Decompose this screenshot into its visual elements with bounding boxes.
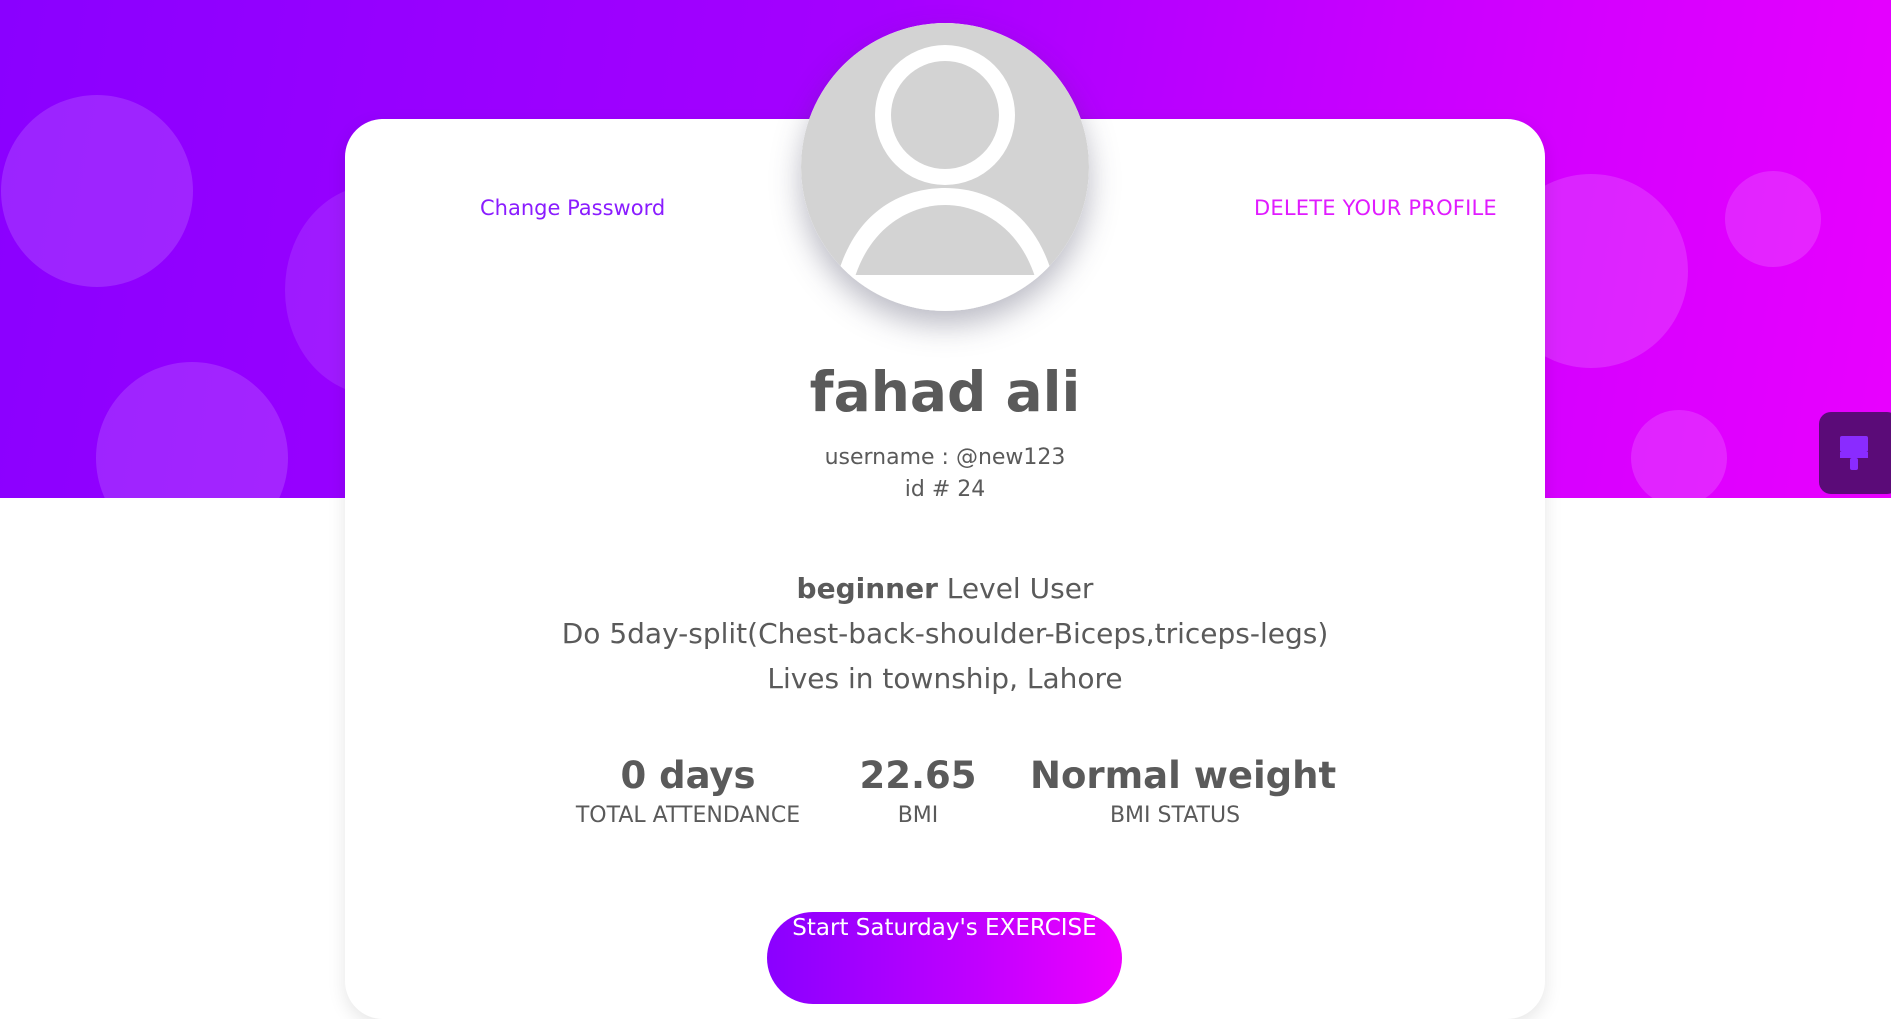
level-line: beginner Level User (345, 572, 1545, 605)
decorative-bubble (1725, 171, 1821, 267)
side-widget-button[interactable] (1819, 412, 1891, 494)
change-password-link[interactable]: Change Password (480, 196, 665, 220)
paint-brush-icon (1840, 436, 1868, 470)
stat-label: BMI (897, 803, 939, 828)
profile-username: username : @new123 (824, 445, 1066, 470)
stat-label: TOTAL ATTENDANCE (575, 803, 801, 828)
decorative-bubble (96, 362, 288, 498)
profile-name: fahad ali (809, 360, 1081, 424)
stat-value: Normal weight (1030, 754, 1337, 797)
stat-bmi: 22.65 BMI (858, 754, 978, 828)
stat-value: 22.65 (859, 754, 977, 797)
stat-total-attendance: 0 days TOTAL ATTENDANCE (568, 754, 808, 828)
stat-label: BMI STATUS (1109, 803, 1241, 828)
workout-plan: Do 5day-split(Chest-back-shoulder-Biceps… (561, 617, 1329, 650)
profile-id: id # 24 (904, 477, 986, 502)
stat-value: 0 days (620, 754, 756, 797)
decorative-bubble (1631, 410, 1727, 498)
decorative-bubble (1, 95, 193, 287)
level-value: beginner (796, 572, 938, 605)
start-exercise-button[interactable]: Start Saturday's EXERCISE (767, 912, 1122, 1004)
stat-bmi-status: Normal weight BMI STATUS (1030, 754, 1337, 828)
avatar (801, 23, 1089, 311)
start-exercise-label: Start Saturday's EXERCISE (792, 915, 1097, 941)
location: Lives in township, Lahore (767, 662, 1123, 695)
delete-profile-link[interactable]: DELETE YOUR PROFILE (1254, 196, 1497, 220)
level-suffix: Level User (946, 572, 1094, 605)
user-placeholder-icon (801, 23, 1089, 311)
